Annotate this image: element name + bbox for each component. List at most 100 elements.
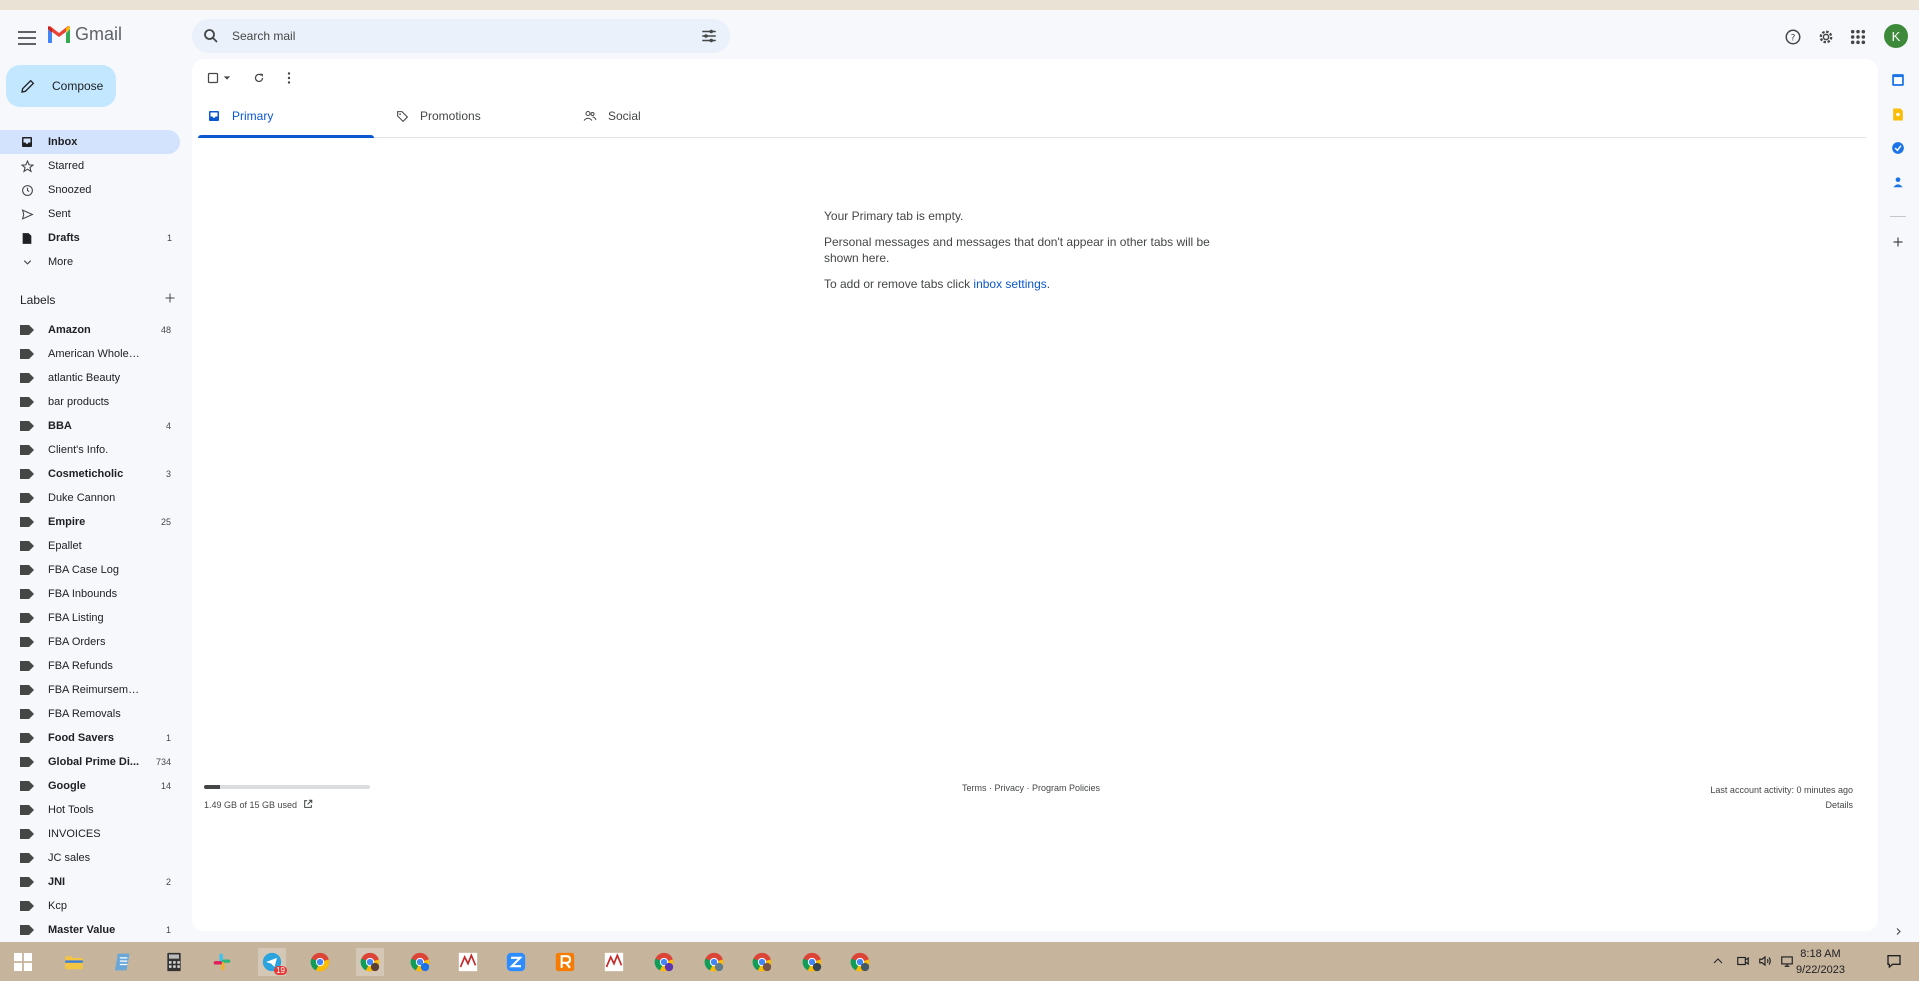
account-avatar[interactable]: K <box>1884 24 1908 48</box>
search-bar[interactable]: Search mail <box>192 19 730 53</box>
compose-button[interactable]: Compose <box>6 65 116 107</box>
label-tag-icon <box>20 757 34 767</box>
label-name: FBA Listing <box>48 612 104 624</box>
network-icon[interactable] <box>1778 950 1796 972</box>
r-app-icon[interactable] <box>551 948 579 976</box>
label-item[interactable]: Master Value 1 <box>0 918 180 942</box>
label-item[interactable]: FBA Listing <box>0 606 180 630</box>
windows-start-icon[interactable] <box>9 948 37 976</box>
main-menu-icon[interactable] <box>15 26 39 50</box>
clock-date: 9/22/2023 <box>1796 964 1845 976</box>
label-name: Hot Tools <box>48 804 94 816</box>
calendar-icon[interactable] <box>1888 70 1908 90</box>
label-item[interactable]: FBA Reimursement <box>0 678 180 702</box>
details-link[interactable]: Details <box>1710 798 1853 813</box>
labels-list: Amazon 48 American Wholesaler atlantic Beau… <box>0 318 180 952</box>
search-input[interactable]: Search mail <box>232 29 700 43</box>
label-item[interactable]: FBA Refunds <box>0 654 180 678</box>
label-name: FBA Refunds <box>48 660 113 672</box>
label-item[interactable]: FBA Orders <box>0 630 180 654</box>
search-options-icon[interactable] <box>700 27 718 45</box>
chrome-icon[interactable] <box>306 948 334 976</box>
search-icon[interactable] <box>202 27 220 45</box>
chart-app-icon[interactable] <box>454 948 482 976</box>
tab-promotions[interactable]: Promotions <box>386 95 562 137</box>
label-item[interactable]: Duke Cannon <box>0 486 180 510</box>
label-item[interactable]: BBA 4 <box>0 414 180 438</box>
label-name: FBA Inbounds <box>48 588 118 600</box>
label-item[interactable]: Global Prime Di... 734 <box>0 750 180 774</box>
add-label-icon[interactable] <box>164 292 176 307</box>
label-item[interactable]: Kcp <box>0 894 180 918</box>
inbox-settings-link[interactable]: inbox settings <box>973 277 1046 291</box>
label-tag-icon <box>20 349 34 359</box>
select-dropdown-icon[interactable] <box>222 69 232 87</box>
settings-gear-icon[interactable] <box>1816 27 1836 47</box>
label-item[interactable]: FBA Case Log <box>0 558 180 582</box>
label-item[interactable]: Epallet <box>0 534 180 558</box>
people-icon <box>582 108 598 124</box>
label-item[interactable]: Empire 25 <box>0 510 180 534</box>
add-addon-icon[interactable] <box>1888 232 1908 252</box>
meet-now-icon[interactable] <box>1734 950 1752 972</box>
label-item[interactable]: Hot Tools <box>0 798 180 822</box>
label-item[interactable]: INVOICES <box>0 822 180 846</box>
open-in-new-icon[interactable] <box>303 799 313 811</box>
notification-icon[interactable] <box>1885 950 1903 972</box>
label-item[interactable]: Client's Info. <box>0 438 180 462</box>
chrome-profile-d-icon[interactable] <box>650 948 678 976</box>
system-clock[interactable]: 8:18 AM 9/22/2023 <box>1796 946 1845 978</box>
label-item[interactable]: FBA Removals <box>0 702 180 726</box>
label-name: FBA Reimursement <box>48 684 143 696</box>
file-explorer-icon[interactable] <box>60 948 88 976</box>
label-item[interactable]: Cosmeticholic 3 <box>0 462 180 486</box>
help-icon[interactable]: ? <box>1783 27 1803 47</box>
calculator-icon[interactable] <box>160 948 188 976</box>
slack-icon[interactable] <box>208 948 236 976</box>
chevron-right-icon[interactable] <box>1890 923 1906 939</box>
notepad-icon[interactable] <box>110 948 138 976</box>
label-item[interactable]: bar products <box>0 390 180 414</box>
tab-social[interactable]: Social <box>574 95 750 137</box>
label-item[interactable]: Google 14 <box>0 774 180 798</box>
contacts-icon[interactable] <box>1888 172 1908 192</box>
volume-icon[interactable] <box>1756 950 1774 972</box>
label-item[interactable]: Food Savers 1 <box>0 726 180 750</box>
telegram-icon[interactable]: 19 <box>258 948 287 976</box>
refresh-icon[interactable] <box>250 69 268 87</box>
label-item[interactable]: JNI 2 <box>0 870 180 894</box>
chrome-profile-person-icon[interactable] <box>798 948 826 976</box>
label-tag-icon <box>20 445 34 455</box>
nav-item-starred[interactable]: Starred <box>0 154 180 178</box>
label-item[interactable]: atlantic Beauty <box>0 366 180 390</box>
chrome-profile-s-icon[interactable] <box>846 948 874 976</box>
tab-primary[interactable]: Primary <box>198 95 374 138</box>
label-item[interactable]: American Wholesaler <box>0 342 180 366</box>
label-item[interactable]: Amazon 48 <box>0 318 180 342</box>
label-item[interactable]: FBA Inbounds <box>0 582 180 606</box>
chart-app-2-icon[interactable] <box>600 948 628 976</box>
nav-item-more[interactable]: More <box>0 250 180 274</box>
footer-links[interactable]: Terms · Privacy · Program Policies <box>962 783 1100 793</box>
zoom-icon[interactable] <box>502 948 530 976</box>
chrome-profile-2-icon[interactable] <box>748 948 776 976</box>
label-item[interactable]: JC sales <box>0 846 180 870</box>
select-all-checkbox[interactable] <box>204 69 222 87</box>
chrome-profile-icon[interactable] <box>356 948 384 976</box>
apps-grid-icon[interactable] <box>1848 27 1868 47</box>
label-tag-icon <box>20 685 34 695</box>
labels-header: Labels <box>20 292 176 307</box>
gmail-logo[interactable]: Gmail <box>47 24 122 45</box>
chrome-profile-k-icon[interactable] <box>406 948 434 976</box>
nav-item-drafts[interactable]: Drafts 1 <box>0 226 180 250</box>
tasks-icon[interactable] <box>1888 138 1908 158</box>
keep-icon[interactable] <box>1888 104 1908 124</box>
tray-chevron-up-icon[interactable] <box>1709 950 1727 972</box>
nav-item-sent[interactable]: Sent <box>0 202 180 226</box>
nav-item-inbox[interactable]: Inbox <box>0 130 180 154</box>
more-options-icon[interactable] <box>280 69 298 87</box>
label-name: INVOICES <box>48 828 101 840</box>
label-tag-icon <box>20 421 34 431</box>
nav-item-snoozed[interactable]: Snoozed <box>0 178 180 202</box>
chrome-profile-k2-icon[interactable] <box>700 948 728 976</box>
